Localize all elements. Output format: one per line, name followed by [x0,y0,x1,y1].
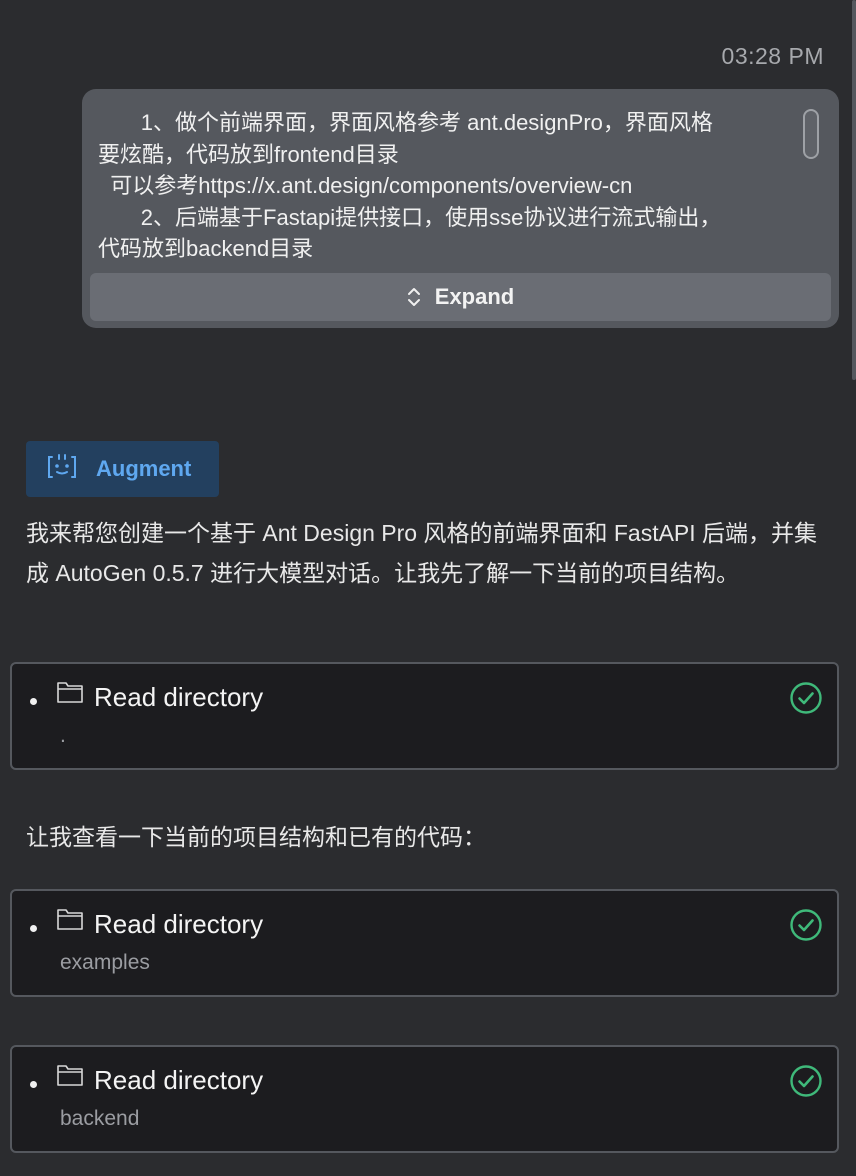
user-message-bubble: 1、做个前端界面，界面风格参考 ant.designPro，界面风格 要炫酷，代… [82,89,839,328]
robot-face-icon [46,453,78,486]
tool-call-title: Read directory [94,909,264,939]
expand-button[interactable]: Expand [90,273,831,321]
tool-call-title: Read directory [94,682,264,712]
folder-icon [56,907,84,931]
assistant-message-1: 我来帮您创建一个基于 Ant Design Pro 风格的前端界面和 FastA… [26,520,818,586]
bullet [30,698,37,705]
folder-icon [56,680,84,704]
message-timestamp: 03:28 PM [721,43,824,69]
chat-panel: 03:28 PM 1、做个前端界面，界面风格参考 ant.designPro，界… [0,0,856,1176]
bullet [30,1081,37,1088]
assistant-message-2: 让我查看一下当前的项目结构和已有的代码： [26,824,486,850]
tool-call-path: . [60,724,66,747]
chevron-up-down-icon [407,287,421,307]
expand-label: Expand [434,284,515,309]
tool-call-card[interactable]: Read directory examples [10,889,839,997]
bullet [30,925,37,932]
user-message-text: 1、做个前端界面，界面风格参考 ant.designPro，界面风格 要炫酷，代… [98,110,722,261]
tool-call-card[interactable]: Read directory backend [10,1045,839,1153]
tool-call-title: Read directory [94,1065,264,1095]
tool-call-card[interactable]: Read directory . [10,662,839,770]
check-circle-icon [789,681,823,715]
augment-label: Augment [96,456,192,481]
augment-badge: Augment [26,441,219,497]
bubble-scrollbar[interactable] [803,109,819,159]
folder-icon [56,1063,84,1087]
tool-call-path: examples [60,951,150,974]
panel-scrollbar[interactable] [852,0,856,380]
check-circle-icon [789,1064,823,1098]
tool-call-path: backend [60,1107,140,1130]
check-circle-icon [789,908,823,942]
